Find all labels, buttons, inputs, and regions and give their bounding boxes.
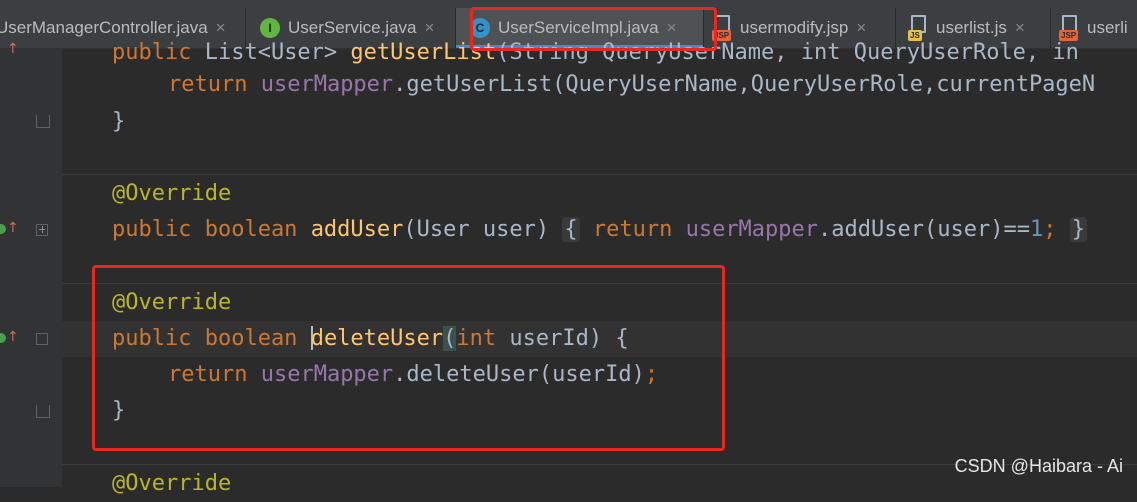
- folded-region[interactable]: }: [1069, 217, 1087, 242]
- fold-end-icon[interactable]: [36, 115, 50, 129]
- tab-label: userli: [1087, 18, 1128, 37]
- folded-region[interactable]: {: [562, 217, 580, 242]
- highlight-box-delete-method: [92, 265, 725, 451]
- implements-method-icon[interactable]: ↑: [0, 221, 19, 240]
- fold-end-icon[interactable]: [36, 405, 50, 419]
- code-line: @Override: [112, 471, 232, 496]
- implements-method-icon[interactable]: ↑: [0, 42, 19, 61]
- editor-gutter[interactable]: ↑ ↑ ↑: [0, 42, 62, 487]
- code-line: }: [112, 109, 126, 134]
- highlight-box-active-tab: [470, 7, 717, 51]
- code-line: public boolean addUser(User user) { retu…: [112, 217, 1087, 242]
- method-separator: [62, 174, 1137, 175]
- code-line: return userMapper.getUserList(QueryUserN…: [168, 72, 1096, 97]
- fold-collapse-icon[interactable]: [36, 333, 48, 345]
- code-line: @Override: [112, 181, 232, 206]
- fold-expand-icon[interactable]: [36, 224, 48, 236]
- watermark: CSDN @Haibara - Ai: [954, 456, 1123, 476]
- implements-method-icon[interactable]: ↑: [0, 330, 19, 349]
